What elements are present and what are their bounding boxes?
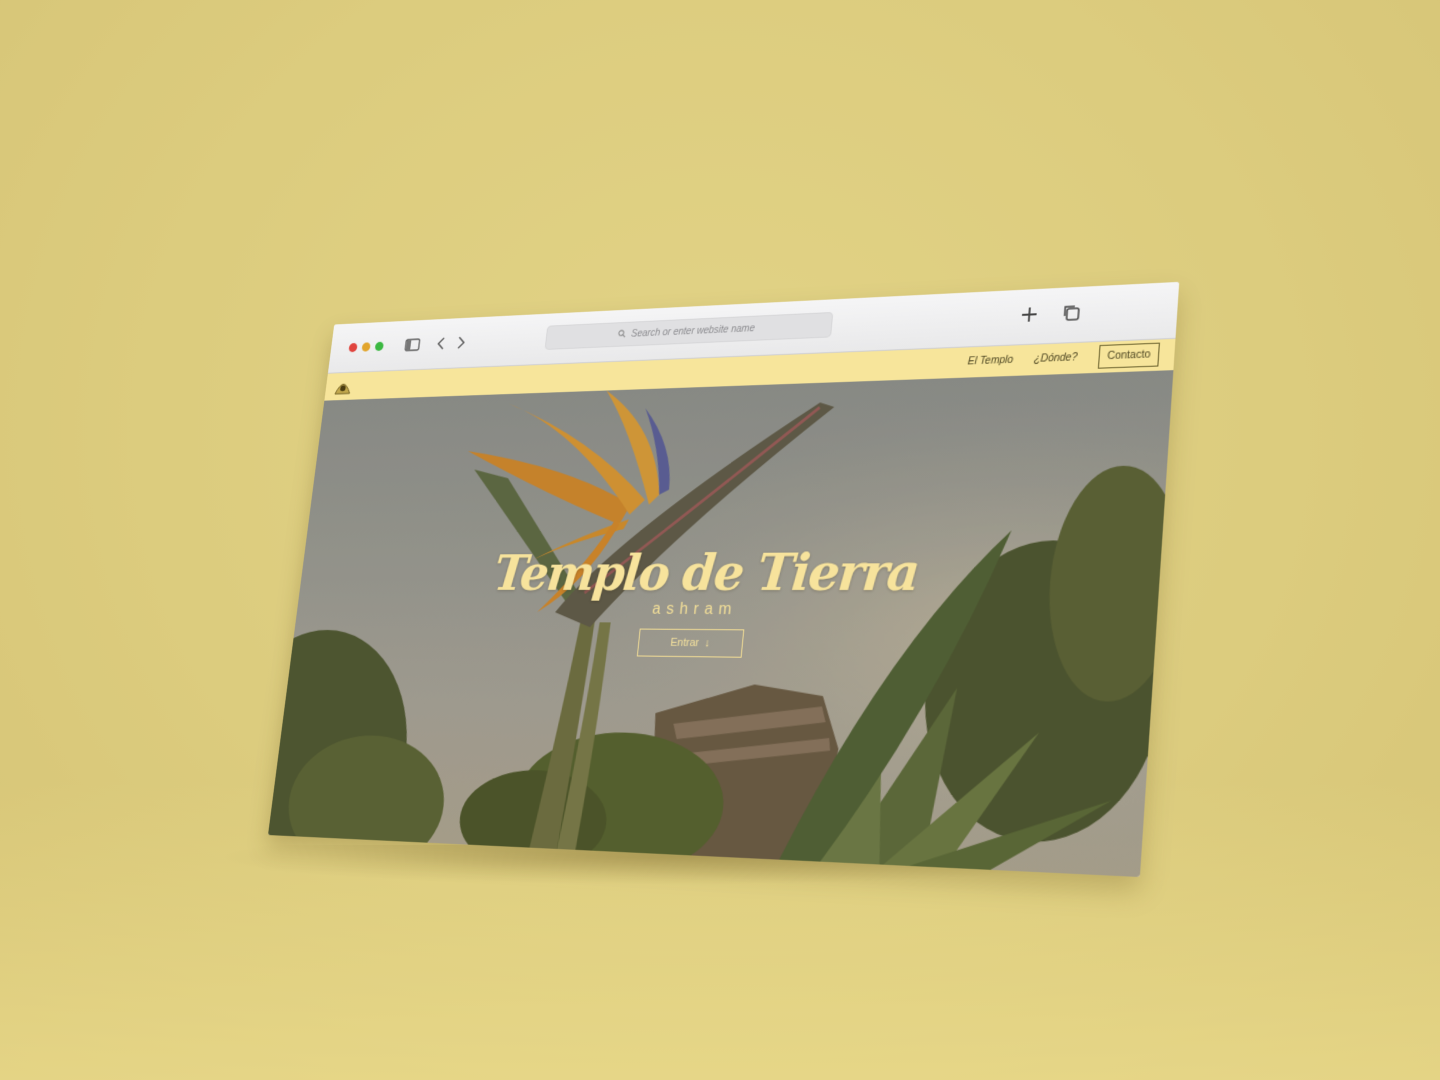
hero-title: Templo de Tierra — [298, 540, 1162, 604]
search-icon — [617, 326, 627, 343]
forward-icon[interactable] — [451, 332, 472, 353]
browser-window: Search or enter website name El Templo ¿… — [268, 282, 1179, 877]
sidebar-icon[interactable] — [402, 334, 423, 355]
site-logo-icon[interactable] — [333, 376, 353, 397]
nav-link-el-templo[interactable]: El Templo — [967, 355, 1013, 368]
arrow-down-icon: ↓ — [704, 637, 710, 649]
tabs-overview-icon[interactable] — [1059, 301, 1084, 324]
web-page: El Templo ¿Dónde? Contacto Templo de Tie… — [268, 339, 1175, 877]
enter-button-label: Entrar — [670, 637, 700, 649]
hero-overlay — [268, 370, 1173, 877]
hero-section: Templo de Tierra ashram Entrar ↓ — [268, 370, 1173, 877]
contact-button[interactable]: Contacto — [1098, 343, 1160, 369]
close-window-button[interactable] — [348, 343, 357, 352]
nav-links: El Templo ¿Dónde? Contacto — [967, 343, 1160, 374]
minimize-window-button[interactable] — [361, 342, 370, 351]
address-bar[interactable]: Search or enter website name — [545, 312, 834, 350]
address-placeholder: Search or enter website name — [631, 323, 755, 339]
new-tab-icon[interactable] — [1017, 303, 1042, 326]
window-controls — [348, 342, 384, 353]
maximize-window-button[interactable] — [375, 342, 384, 351]
back-icon[interactable] — [430, 333, 451, 354]
nav-link-donde[interactable]: ¿Dónde? — [1034, 352, 1078, 365]
enter-button[interactable]: Entrar ↓ — [637, 629, 744, 658]
mockup-stage: Search or enter website name El Templo ¿… — [0, 0, 1440, 1080]
